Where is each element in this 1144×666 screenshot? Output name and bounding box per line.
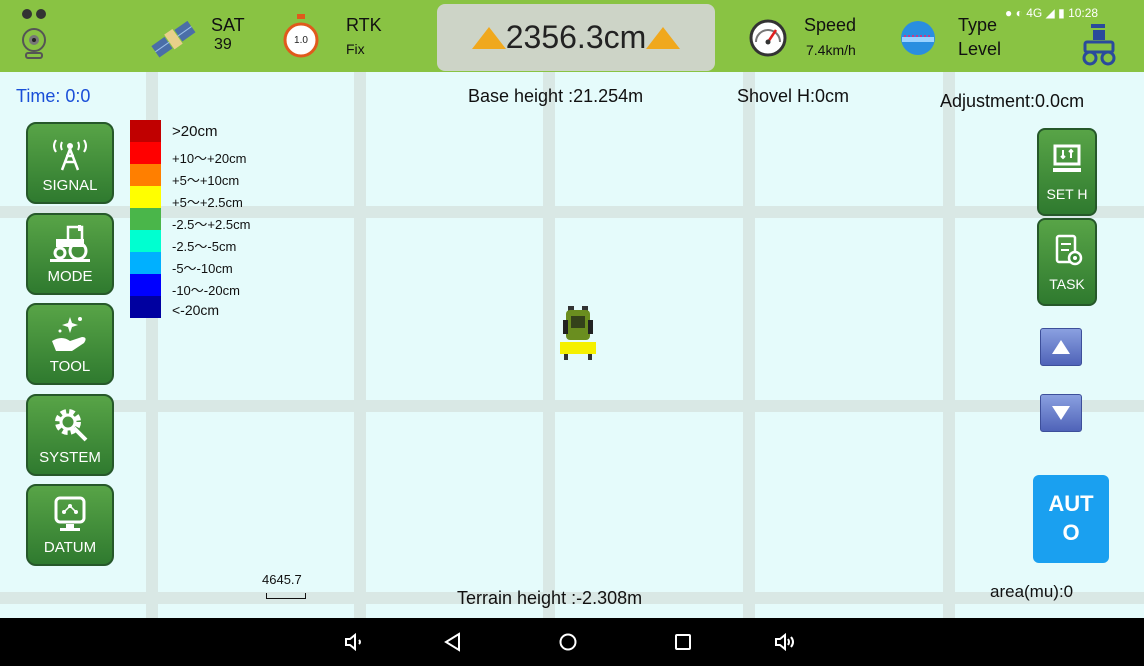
auto-label-line2: O	[1062, 520, 1080, 545]
back-icon[interactable]	[441, 630, 465, 654]
legend-label: <-20cm	[172, 302, 220, 318]
signal-icon: ◢	[1045, 6, 1055, 20]
tool-button[interactable]: TOOL	[26, 303, 114, 385]
set-h-label: SET H	[1046, 186, 1088, 202]
sat-count: 39	[214, 36, 232, 53]
sat-label: SAT	[211, 15, 245, 35]
recents-icon[interactable]	[671, 630, 695, 654]
magic-hand-icon	[28, 311, 112, 355]
set-height-icon	[1039, 142, 1095, 182]
antenna-icon	[28, 130, 112, 174]
dnd-icon: ◐	[1015, 6, 1023, 20]
legend-label: +10〜+20cm	[172, 151, 247, 166]
tractor-marker-icon	[560, 304, 596, 362]
clock: 10:28	[1068, 6, 1099, 20]
legend-label: +5〜+2.5cm	[172, 195, 243, 210]
shovel-height: Shovel H:0cm	[737, 86, 850, 106]
top-status-bar: SAT 39 1.0 RTK Fix 2356.3cm Speed 7.4km/…	[0, 0, 1144, 72]
legend-label: -5〜-10cm	[172, 261, 233, 276]
legend-swatch	[130, 296, 161, 318]
speed-value: 7.4km/h	[806, 42, 856, 58]
legend-swatch	[130, 164, 161, 186]
legend-swatch	[130, 252, 161, 274]
height-value: 2356.3cm	[505, 19, 647, 55]
legend-swatch	[130, 230, 161, 252]
auto-label-line1: AUT	[1048, 491, 1094, 516]
gear-icon	[28, 402, 112, 446]
arrow-up-icon	[1052, 340, 1070, 354]
height-display: 2356.3cm	[437, 4, 715, 71]
legend-swatch	[130, 142, 161, 164]
mode-label: MODE	[47, 268, 93, 285]
scale-bar	[266, 593, 306, 599]
system-label: SYSTEM	[39, 449, 101, 466]
legend-label: -2.5〜-5cm	[172, 239, 237, 254]
mode-button[interactable]: MODE	[26, 213, 114, 295]
triangle-up-icon	[471, 26, 506, 49]
type-label: Type	[958, 15, 998, 35]
adjustment-value: Adjustment:0.0cm	[940, 91, 1085, 111]
legend-swatch	[130, 208, 161, 230]
volume-up-icon[interactable]	[773, 630, 797, 654]
map-canvas[interactable]: >20cm +10〜+20cm +5〜+10cm +5〜+2.5cm -2.5〜…	[0, 72, 1144, 618]
set-h-button[interactable]: SET H	[1037, 128, 1097, 216]
grid-line	[543, 72, 555, 618]
legend-swatch	[130, 274, 161, 296]
raise-button[interactable]	[1040, 328, 1082, 366]
system-button[interactable]: SYSTEM	[26, 394, 114, 476]
legend-swatch	[130, 186, 161, 208]
speedometer-icon	[746, 0, 790, 72]
tool-label: TOOL	[49, 358, 91, 375]
grid-line	[354, 72, 366, 618]
legend-label: -2.5〜+2.5cm	[172, 217, 251, 232]
stopwatch-icon: 1.0	[282, 0, 322, 72]
android-status-icons: ● ◐ 4G ◢ ▮ 10:28	[1005, 6, 1098, 20]
android-nav-bar	[0, 618, 1144, 666]
task-label: TASK	[1049, 276, 1085, 292]
battery-icon: ▮	[1058, 6, 1065, 20]
roller-icon[interactable]	[1081, 22, 1117, 68]
signal-button[interactable]: SIGNAL	[26, 122, 114, 204]
signal-label: SIGNAL	[42, 177, 98, 194]
triangle-up-icon	[646, 26, 681, 49]
time-display: Time: 0:0	[16, 86, 91, 106]
rtk-status: Fix	[346, 41, 365, 57]
timer-value: 1.0	[294, 35, 308, 46]
legend-label: >20cm	[172, 123, 218, 140]
rtk-label: RTK	[346, 15, 382, 35]
task-settings-icon	[1039, 232, 1095, 272]
type-value: Level	[958, 39, 1002, 59]
grid-line	[943, 72, 955, 618]
grid-line	[0, 400, 1144, 412]
arrow-down-icon	[1052, 406, 1070, 420]
area-value: area(mu):0	[990, 582, 1074, 601]
task-button[interactable]: TASK	[1037, 218, 1097, 306]
level-icon	[896, 0, 940, 72]
volume-down-icon[interactable]	[343, 630, 367, 654]
legend-swatch	[130, 120, 161, 142]
base-height: Base height :21.254m	[468, 86, 644, 106]
camera-icon[interactable]	[16, 0, 56, 72]
datum-button[interactable]: DATUM	[26, 484, 114, 566]
auto-button[interactable]: AUT O	[1033, 475, 1109, 563]
satellite-icon	[148, 0, 200, 72]
monitor-icon	[28, 492, 112, 536]
legend-label: +5〜+10cm	[172, 173, 240, 188]
scale-value: 4645.7	[262, 572, 302, 587]
network-type: 4G	[1026, 6, 1043, 20]
location-icon: ●	[1005, 6, 1013, 20]
speed-label: Speed	[804, 15, 857, 35]
home-icon[interactable]	[556, 630, 580, 654]
legend-label: -10〜-20cm	[172, 283, 240, 298]
terrain-height: Terrain height :-2.308m	[457, 588, 643, 608]
lower-button[interactable]	[1040, 394, 1082, 432]
grid-line	[743, 72, 755, 618]
datum-label: DATUM	[43, 539, 97, 556]
tractor-icon	[28, 221, 112, 265]
